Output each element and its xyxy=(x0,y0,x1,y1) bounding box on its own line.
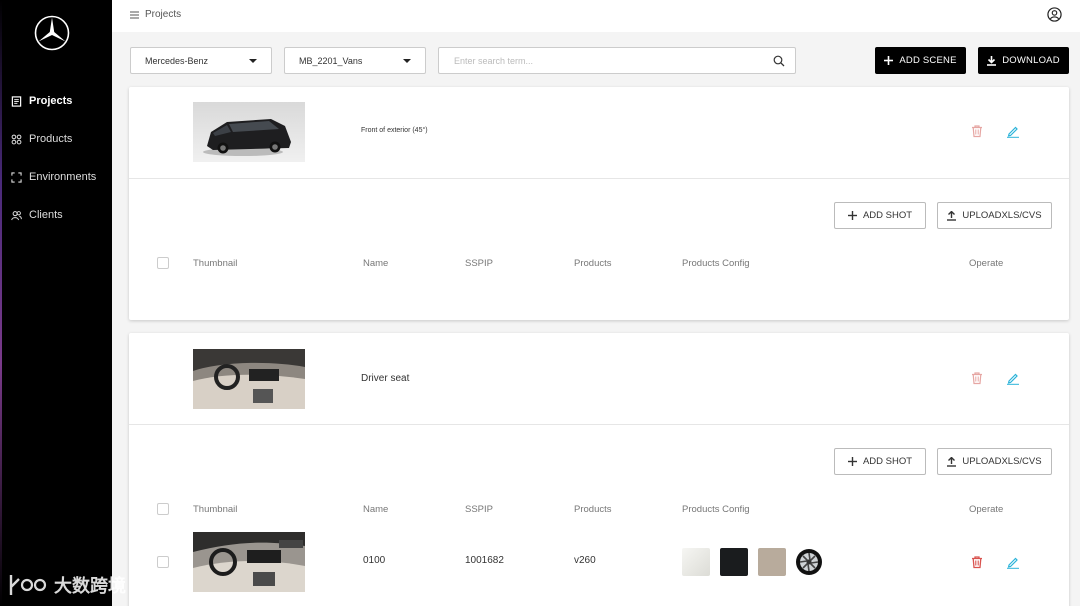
shot-sspip: 1001682 xyxy=(465,555,504,566)
select-all-checkbox[interactable] xyxy=(157,257,169,269)
sidebar-item-clients[interactable]: Clients xyxy=(11,209,63,221)
sidebar-item-label: Clients xyxy=(29,209,63,221)
column-header-thumbnail: Thumbnail xyxy=(193,258,238,269)
brand-select[interactable]: Mercedes-Benz xyxy=(130,47,272,74)
config-swatch-black[interactable] xyxy=(720,548,748,576)
sidebar-item-products[interactable]: Products xyxy=(11,133,72,145)
plus-icon xyxy=(847,211,857,220)
column-header-products-config: Products Config xyxy=(682,504,750,515)
expand-icon xyxy=(11,171,22,183)
column-header-products: Products xyxy=(574,258,612,269)
project-select[interactable]: MB_2201_Vans xyxy=(284,47,426,74)
document-icon xyxy=(11,95,22,107)
search-field xyxy=(438,47,796,74)
column-header-products-config: Products Config xyxy=(682,258,750,269)
delete-icon[interactable] xyxy=(970,371,984,385)
config-swatch-white[interactable] xyxy=(682,548,710,576)
caret-down-icon xyxy=(403,58,411,63)
column-header-name: Name xyxy=(363,258,389,269)
grid-icon xyxy=(11,134,22,144)
edit-icon[interactable] xyxy=(1006,371,1020,385)
download-label: DOWNLOAD xyxy=(1002,55,1060,66)
scene-thumbnail[interactable] xyxy=(193,349,305,409)
watermark-logo-icon xyxy=(9,575,47,595)
upload-icon xyxy=(947,456,957,467)
scene-name: Driver seat xyxy=(361,373,410,384)
scene-header: Driver seat xyxy=(129,333,1069,425)
caret-down-icon xyxy=(249,58,257,63)
shot-thumbnail[interactable] xyxy=(193,532,305,592)
upload-xls-button[interactable]: UPLOADXLS/CVS xyxy=(937,448,1052,475)
download-button[interactable]: DOWNLOAD xyxy=(978,47,1069,74)
scene-name: Front of exterior (45°) xyxy=(361,127,428,134)
breadcrumb-label: Projects xyxy=(145,9,182,20)
brand-select-value: Mercedes-Benz xyxy=(145,55,209,66)
scene-card: Driver seat ADD SHOT UPLOADXLS/CVS Thumb… xyxy=(129,333,1069,606)
project-select-value: MB_2201_Vans xyxy=(299,55,363,66)
select-all-checkbox[interactable] xyxy=(157,503,169,515)
upload-label: UPLOADXLS/CVS xyxy=(962,456,1042,467)
column-header-name: Name xyxy=(363,504,389,515)
scene-header: Front of exterior (45°) xyxy=(129,87,1069,179)
breadcrumb: Projects xyxy=(130,9,181,20)
delete-icon[interactable] xyxy=(970,124,984,138)
sidebar-item-environments[interactable]: Environments xyxy=(11,171,96,183)
users-icon xyxy=(11,210,22,220)
search-input[interactable] xyxy=(439,48,739,73)
sidebar-item-label: Products xyxy=(29,133,73,145)
menu-icon[interactable] xyxy=(130,11,139,19)
search-icon[interactable] xyxy=(773,55,785,67)
sidebar-item-label: Environments xyxy=(29,171,97,183)
shot-products: v260 xyxy=(574,555,596,566)
add-shot-button[interactable]: ADD SHOT xyxy=(834,202,926,229)
scene-card: Front of exterior (45°) ADD SHOT UPLOADX… xyxy=(129,87,1069,320)
add-shot-button[interactable]: ADD SHOT xyxy=(834,448,926,475)
sidebar-item-label: Projects xyxy=(29,95,73,107)
user-account-icon[interactable] xyxy=(1047,7,1062,22)
column-header-sspip: SSPIP xyxy=(465,258,493,269)
add-scene-button[interactable]: ADD SCENE xyxy=(875,47,966,74)
edit-icon[interactable] xyxy=(1006,124,1020,138)
plus-icon xyxy=(884,56,894,65)
top-bar: Projects xyxy=(112,0,1080,32)
delete-icon[interactable] xyxy=(970,555,984,569)
column-header-operate: Operate xyxy=(969,504,1004,515)
row-checkbox[interactable] xyxy=(157,556,169,568)
add-shot-label: ADD SHOT xyxy=(862,456,913,467)
config-swatch-beige[interactable] xyxy=(758,548,786,576)
watermark-text: 大数跨境 xyxy=(54,576,126,596)
mercedes-logo[interactable] xyxy=(34,15,70,51)
sidebar-item-projects[interactable]: Projects xyxy=(11,95,72,107)
download-icon xyxy=(987,55,997,66)
watermark: 大数跨境 xyxy=(8,572,126,598)
sidebar: Projects Products Environments Clients xyxy=(0,0,112,606)
upload-xls-button[interactable]: UPLOADXLS/CVS xyxy=(937,202,1052,229)
upload-label: UPLOADXLS/CVS xyxy=(962,210,1042,221)
add-shot-label: ADD SHOT xyxy=(862,210,913,221)
column-header-sspip: SSPIP xyxy=(465,504,493,515)
scene-thumbnail[interactable] xyxy=(193,102,305,162)
add-scene-label: ADD SCENE xyxy=(899,55,957,66)
upload-icon xyxy=(947,210,957,221)
edit-icon[interactable] xyxy=(1006,555,1020,569)
shot-name: 0100 xyxy=(363,555,386,566)
column-header-operate: Operate xyxy=(969,258,1004,269)
plus-icon xyxy=(847,457,857,466)
column-header-products: Products xyxy=(574,504,612,515)
column-header-thumbnail: Thumbnail xyxy=(193,504,238,515)
wheel-swatch-icon[interactable] xyxy=(795,548,823,576)
